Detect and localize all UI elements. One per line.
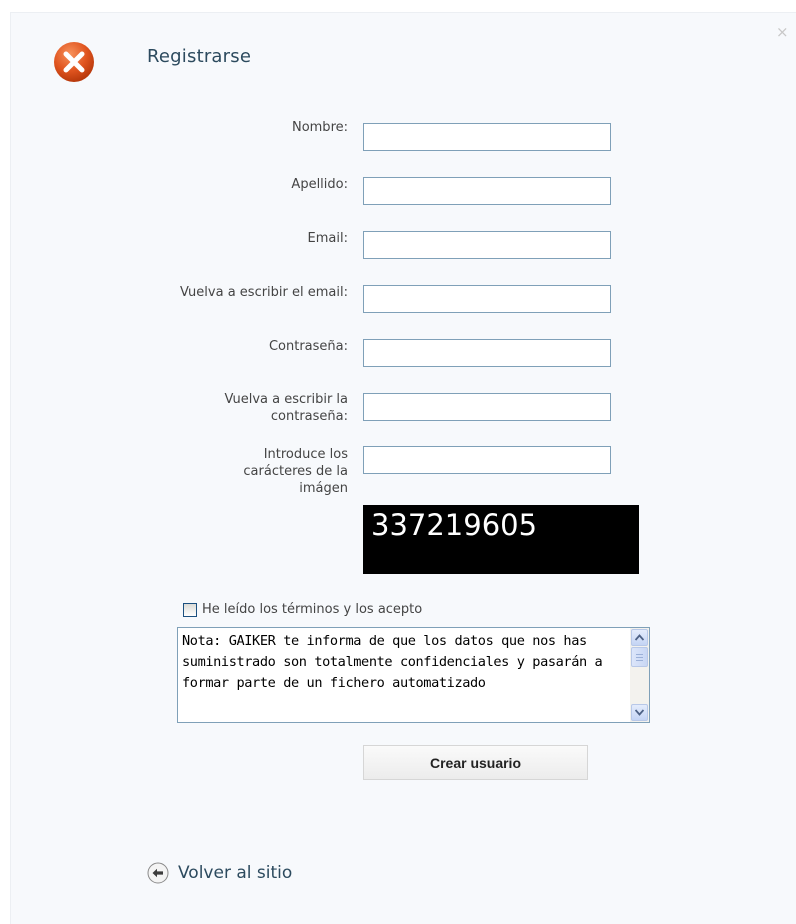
last-name-input[interactable] — [363, 177, 611, 205]
terms-checkbox[interactable] — [183, 602, 197, 617]
email-confirm-input[interactable] — [363, 285, 611, 313]
back-arrow-icon — [147, 862, 169, 884]
email-input[interactable] — [363, 231, 611, 259]
captcha-input[interactable] — [363, 446, 611, 474]
password-confirm-label: Vuelva a escribir la contraseña: — [224, 392, 348, 424]
first-name-input[interactable] — [363, 123, 611, 151]
last-name-label: Apellido: — [291, 177, 348, 192]
back-to-site-label[interactable]: Volver al sitio — [178, 863, 292, 883]
password-input[interactable] — [363, 339, 611, 367]
terms-checkbox-row[interactable]: He leído los términos y los acepto — [183, 602, 422, 617]
password-confirm-input[interactable] — [363, 393, 611, 421]
scroll-down-icon[interactable] — [631, 704, 648, 721]
privacy-note-text: Nota: GAIKER te informa de que los datos… — [182, 633, 611, 691]
dialog-title: Registrarse — [147, 46, 252, 67]
back-to-site-link[interactable]: Volver al sitio — [147, 862, 292, 884]
password-label: Contraseña: — [268, 339, 348, 354]
first-name-label: Nombre: — [291, 120, 348, 135]
note-scrollbar[interactable] — [630, 628, 649, 722]
error-icon — [54, 42, 94, 82]
privacy-note-textarea[interactable]: Nota: GAIKER te informa de que los datos… — [177, 627, 650, 723]
captcha-label: Introduce los carácteres de la imágen — [243, 447, 348, 496]
close-icon[interactable]: × — [776, 25, 789, 40]
terms-label[interactable]: He leído los términos y los acepto — [202, 602, 422, 617]
captcha-image: 337219605 — [363, 505, 639, 574]
scroll-thumb[interactable] — [631, 647, 648, 667]
email-confirm-label: Vuelva a escribir el email: — [180, 285, 348, 300]
create-user-button[interactable]: Crear usuario — [363, 745, 588, 780]
email-label: Email: — [307, 231, 348, 246]
scroll-up-icon[interactable] — [631, 629, 648, 646]
